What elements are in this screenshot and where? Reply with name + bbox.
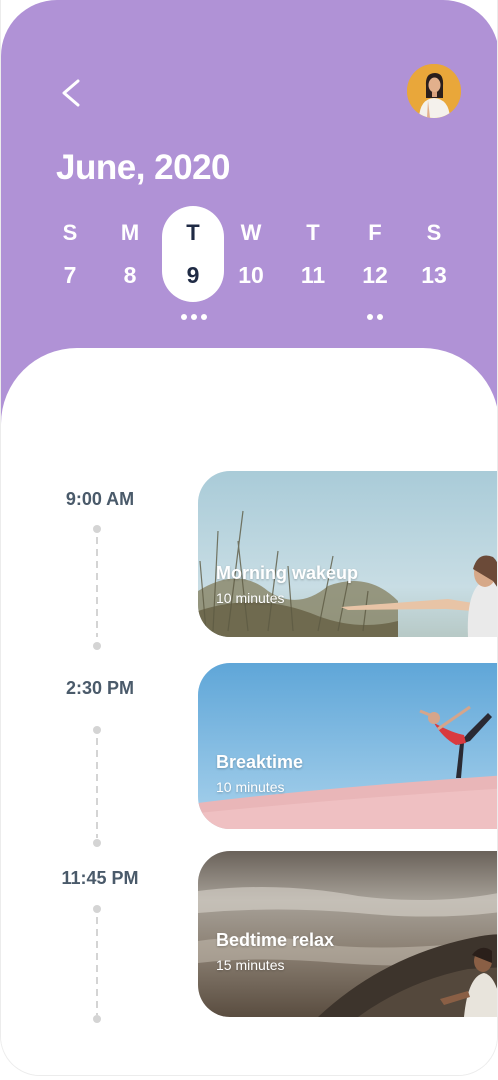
day-sunday-7[interactable]: S 7 — [39, 206, 101, 302]
day-monday-8[interactable]: M 8 — [99, 206, 161, 302]
event-dot — [191, 314, 197, 320]
session-card-bedtime-relax[interactable]: Bedtime relax 15 minutes — [198, 851, 497, 1017]
day-of-week-label: T — [186, 220, 200, 245]
day-of-week-label: W — [240, 220, 262, 245]
day-of-week-label: M — [120, 220, 140, 245]
day-number: 11 — [300, 262, 326, 288]
timeline-connector — [93, 726, 101, 848]
timeline-node — [93, 525, 101, 533]
event-dot — [367, 314, 373, 320]
schedule-panel: 9:00 AM Morning wakeup 10 minutes 2:30 P… — [1, 348, 497, 1075]
day-tuesday-9-selected[interactable]: T 9 — [162, 206, 224, 302]
card-duration: 10 minutes — [216, 779, 285, 795]
timeline-node — [93, 839, 101, 847]
week-strip: S 7 M 8 T 9 W 10 T 11 F 12 S 13 — [39, 206, 467, 302]
timeline-node — [93, 642, 101, 650]
session-card-morning-wakeup[interactable]: Morning wakeup 10 minutes — [198, 471, 497, 637]
event-dot — [201, 314, 207, 320]
card-title: Morning wakeup — [216, 563, 359, 583]
day-number: 13 — [421, 262, 447, 288]
time-label: 11:45 PM — [61, 868, 139, 888]
card-photo-yoga-field — [198, 471, 497, 637]
day-of-week-label: F — [368, 220, 382, 245]
avatar-image — [407, 64, 461, 118]
timeline-dashed-line — [96, 738, 98, 838]
day-number: 12 — [362, 262, 388, 288]
timeline-dashed-line — [96, 917, 98, 1015]
app-screen: June, 2020 S 7 M 8 T 9 W 10 T 11 F 12 S … — [0, 0, 498, 1076]
timeline-node — [93, 905, 101, 913]
time-label: 9:00 AM — [65, 489, 135, 509]
day-of-week-label: T — [306, 220, 320, 245]
day-saturday-13[interactable]: S 13 — [403, 206, 465, 302]
day-wednesday-10[interactable]: W 10 — [220, 206, 282, 302]
event-dot — [377, 314, 383, 320]
card-title: Breaktime — [216, 752, 304, 772]
timeline-node — [93, 726, 101, 734]
card-photo-yoga-dune — [198, 663, 497, 829]
timeline-dashed-line — [96, 537, 98, 637]
card-duration: 15 minutes — [216, 957, 285, 973]
back-button[interactable] — [51, 72, 91, 112]
day-of-week-label: S — [62, 220, 78, 245]
session-card-breaktime[interactable]: Breaktime 10 minutes — [198, 663, 497, 829]
timeline-connector — [93, 905, 101, 1025]
time-label: 2:30 PM — [65, 678, 135, 698]
day-friday-12[interactable]: F 12 — [344, 206, 406, 302]
day-of-week-label: S — [426, 220, 442, 245]
user-avatar[interactable] — [407, 64, 461, 118]
timeline-node — [93, 1015, 101, 1023]
day-number: 9 — [186, 262, 200, 288]
card-duration: 10 minutes — [216, 590, 285, 606]
event-dots-tuesday — [181, 314, 207, 324]
timeline-connector — [93, 525, 101, 651]
chevron-left-icon — [62, 79, 80, 107]
month-title: June, 2020 — [56, 148, 231, 187]
day-thursday-11[interactable]: T 11 — [282, 206, 344, 302]
event-dot — [181, 314, 187, 320]
day-number: 8 — [123, 262, 137, 288]
day-number: 10 — [238, 262, 264, 288]
event-dots-friday — [367, 314, 383, 324]
card-title: Bedtime relax — [216, 930, 335, 950]
day-number: 7 — [63, 262, 77, 288]
